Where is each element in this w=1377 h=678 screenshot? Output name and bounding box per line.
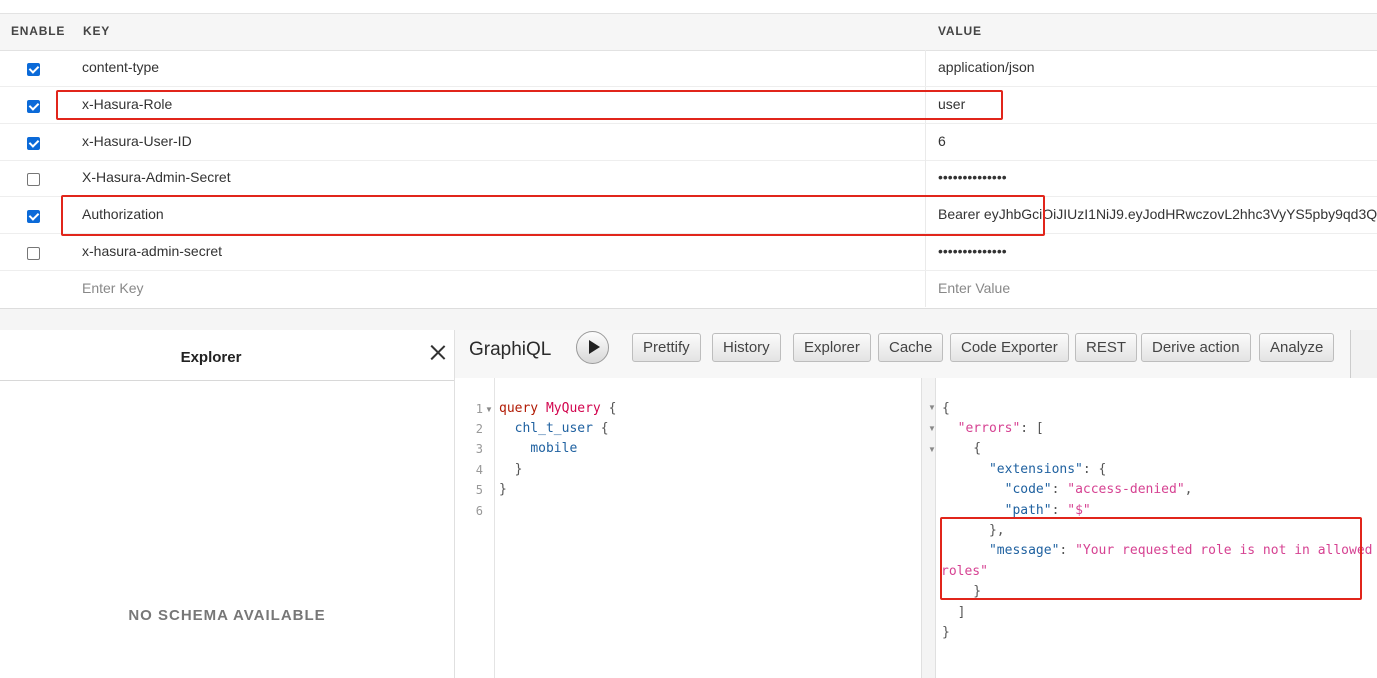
header-row: x-hasura-admin-secret •••••••••••••• [0,234,1377,271]
highlight-box-authorization [61,195,1045,236]
code-line: } [499,482,507,497]
column-header-enable: ENABLE [11,24,66,38]
line-number: 2 [475,422,483,436]
json-key: "extensions" [988,462,1083,477]
code-line: chl_t_user { [514,421,609,436]
fold-arrow-icon[interactable]: ▼ [485,405,493,414]
line-number: 5 [475,483,483,497]
query-editor[interactable]: 1 ▼ 2 3 4 5 6 query MyQuery { chl_t_user… [455,378,923,678]
enable-checkbox[interactable] [27,247,40,260]
result-line: "code": "access-denied", [1004,482,1193,497]
column-header-value: VALUE [938,24,982,38]
code-line: mobile [499,441,577,456]
derive-action-button[interactable]: Derive action [1141,333,1251,362]
new-value-input[interactable]: Enter Value [938,280,1010,296]
line-number-gutter: 1 ▼ 2 3 4 5 6 [455,378,495,678]
result-line: ] [942,605,966,620]
graphiql-toolbar: GraphiQL Prettify History Explorer Cache… [455,330,1377,379]
close-icon[interactable] [430,344,446,360]
table-header-row: ENABLE KEY VALUE [0,14,1377,51]
header-key-field[interactable]: x-hasura-admin-secret [82,243,222,259]
header-value-field[interactable]: •••••••••••••• [938,169,1007,185]
result-line: { [942,401,950,416]
column-divider [925,234,926,270]
analyze-button[interactable]: Analyze [1259,333,1335,362]
rest-button[interactable]: REST [1075,333,1138,362]
header-value-field[interactable]: •••••••••••••• [938,243,1007,259]
line-number: 1 [475,402,483,416]
explorer-divider [0,380,454,381]
header-key-field[interactable]: X-Hasura-Admin-Secret [82,169,231,185]
column-divider [925,271,926,307]
new-header-row: Enter Key Enter Value [0,271,1377,307]
json-value: "access-denied" [1067,482,1185,497]
enable-checkbox[interactable] [27,100,40,113]
fold-arrow-icon[interactable]: ▼ [928,424,936,433]
fold-arrow-icon[interactable]: ▼ [928,403,936,412]
explorer-button[interactable]: Explorer [793,333,871,362]
editor-result-divider[interactable] [921,378,936,678]
operation-name: MyQuery [545,401,601,416]
result-line: } [942,625,950,640]
root-field: chl_t_user [514,421,593,436]
header-value-field[interactable]: application/json [938,59,1035,75]
code-line: query MyQuery { [499,401,617,416]
code-line: } [499,462,523,477]
graphiql-panel: GraphiQL Prettify History Explorer Cache… [455,330,1377,678]
selected-field: mobile [530,441,578,456]
column-divider [925,50,926,86]
result-line: "path": "$" [1004,503,1091,518]
request-headers-table: ENABLE KEY VALUE content-type applicatio… [0,0,1377,309]
execute-query-button[interactable] [576,331,609,364]
docs-tab[interactable] [1350,330,1377,378]
column-divider [925,124,926,160]
line-number: 6 [475,504,483,518]
explorer-title: Explorer [180,349,242,366]
query-keyword: query [499,401,539,416]
fold-arrow-icon[interactable]: ▼ [928,445,936,454]
prettify-button[interactable]: Prettify [632,333,701,362]
json-key: "path" [1004,503,1052,518]
enable-checkbox[interactable] [27,63,40,76]
json-key: "errors" [957,421,1021,436]
no-schema-message: NO SCHEMA AVAILABLE [128,607,326,624]
header-key-field[interactable]: content-type [82,59,159,75]
history-button[interactable]: History [712,333,781,362]
header-row: x-Hasura-User-ID 6 [0,124,1377,161]
line-number: 4 [475,463,483,477]
header-row: content-type application/json [0,50,1377,87]
result-line: "extensions": { [988,462,1107,477]
json-key: "code" [1004,482,1052,497]
code-exporter-button[interactable]: Code Exporter [950,333,1069,362]
cache-button[interactable]: Cache [878,333,944,362]
result-line: "errors": [ [957,421,1044,436]
highlight-box-error-message [940,517,1362,600]
header-row: X-Hasura-Admin-Secret •••••••••••••• [0,160,1377,197]
enable-checkbox[interactable] [27,137,40,150]
header-value-field[interactable]: 6 [938,133,946,149]
explorer-panel: Explorer NO SCHEMA AVAILABLE [0,330,455,678]
column-header-key: KEY [83,24,111,38]
new-key-input[interactable]: Enter Key [82,280,143,296]
line-number: 3 [475,442,483,456]
enable-checkbox[interactable] [27,210,40,223]
result-line: { [942,441,982,456]
graphiql-title: GraphiQL [469,339,552,360]
json-value: "$" [1067,503,1091,518]
highlight-box-role [56,90,1003,120]
column-divider [925,160,926,196]
section-gap [0,309,1377,330]
header-key-field[interactable]: x-Hasura-User-ID [82,133,192,149]
enable-checkbox[interactable] [27,173,40,186]
